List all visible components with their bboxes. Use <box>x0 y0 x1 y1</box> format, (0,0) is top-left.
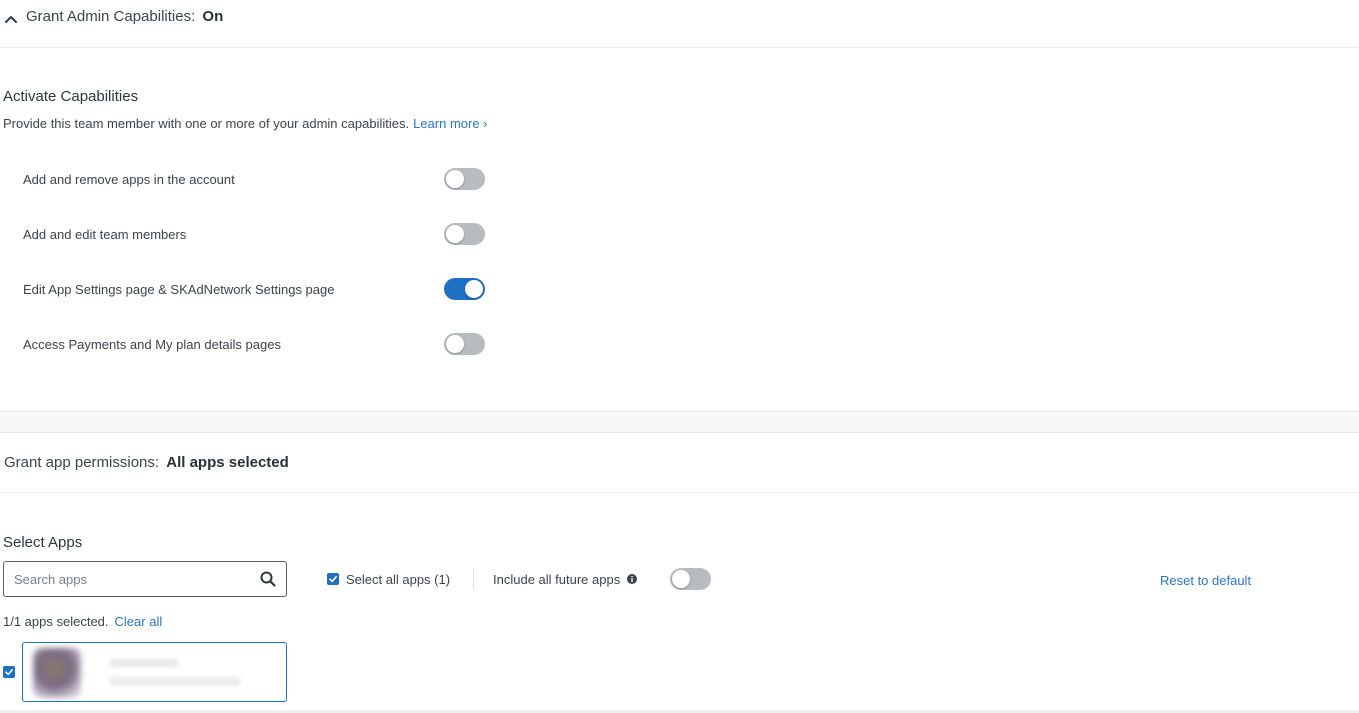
capability-label: Add and remove apps in the account <box>23 171 235 187</box>
select-all-label: Select all apps (1) <box>346 571 451 587</box>
app-permissions-state: All apps selected <box>166 454 289 471</box>
select-all-apps[interactable]: Select all apps (1) <box>327 571 450 587</box>
capability-row-team-members: Add and edit team members <box>23 222 485 246</box>
admin-capabilities-state: On <box>202 8 224 25</box>
capability-row-payments: Access Payments and My plan details page… <box>23 332 485 356</box>
section-divider <box>0 411 1359 433</box>
capability-label: Access Payments and My plan details page… <box>23 336 281 352</box>
include-future-apps: Include all future apps <box>493 571 638 587</box>
toggle-knob <box>446 225 464 243</box>
app-card[interactable] <box>22 642 287 702</box>
reset-to-default-link[interactable]: Reset to default <box>1160 573 1251 588</box>
search-apps-input[interactable] <box>4 562 254 596</box>
capability-label: Edit App Settings page & SKAdNetwork Set… <box>23 281 335 297</box>
checkmark-icon <box>5 668 13 676</box>
search-apps-box <box>3 561 287 597</box>
future-apps-label: Include all future apps <box>493 571 621 587</box>
checkmark-icon <box>329 575 337 583</box>
capability-label: Add and edit team members <box>23 226 187 242</box>
toggle-knob <box>446 170 464 188</box>
future-apps-toggle[interactable] <box>670 568 711 590</box>
app-checkbox[interactable] <box>3 666 15 678</box>
admin-capabilities-title: Grant Admin Capabilities: On <box>26 8 223 25</box>
app-name-blurred <box>109 659 179 667</box>
chevron-up-icon[interactable] <box>4 12 18 26</box>
app-id-blurred <box>109 677 241 686</box>
app-permissions-label: Grant app permissions: <box>4 454 160 471</box>
capability-toggle-app-settings[interactable] <box>444 278 485 300</box>
clear-all-link[interactable]: Clear all <box>115 614 163 629</box>
activate-capabilities-description: Provide this team member with one or mor… <box>3 116 488 131</box>
admin-capabilities-label: Grant Admin Capabilities: <box>26 8 196 25</box>
selected-count: 1/1 apps selected. Clear all <box>3 614 162 629</box>
search-icon[interactable] <box>260 571 276 587</box>
capability-toggle-payments[interactable] <box>444 333 485 355</box>
toggle-knob <box>465 280 483 298</box>
capability-toggle-team-members[interactable] <box>444 223 485 245</box>
select-apps-title: Select Apps <box>3 534 83 551</box>
select-all-checkbox[interactable] <box>327 573 339 585</box>
app-icon <box>33 648 81 698</box>
selected-count-text: 1/1 apps selected. <box>3 614 109 629</box>
description-text: Provide this team member with one or mor… <box>3 116 410 131</box>
learn-more-link[interactable]: Learn more › <box>413 116 487 131</box>
toggle-knob <box>672 570 690 588</box>
capability-row-apps: Add and remove apps in the account <box>23 167 485 191</box>
toggle-knob <box>446 335 464 353</box>
admin-capabilities-header[interactable]: Grant Admin Capabilities: On <box>0 0 1359 48</box>
vertical-divider <box>473 568 474 590</box>
capability-row-app-settings: Edit App Settings page & SKAdNetwork Set… <box>23 277 485 301</box>
app-permissions-header: Grant app permissions: All apps selected <box>0 433 1359 493</box>
activate-capabilities-title: Activate Capabilities <box>3 88 139 105</box>
info-icon[interactable] <box>627 574 638 584</box>
capability-toggle-apps[interactable] <box>444 168 485 190</box>
app-permissions-title: Grant app permissions: All apps selected <box>4 454 289 471</box>
